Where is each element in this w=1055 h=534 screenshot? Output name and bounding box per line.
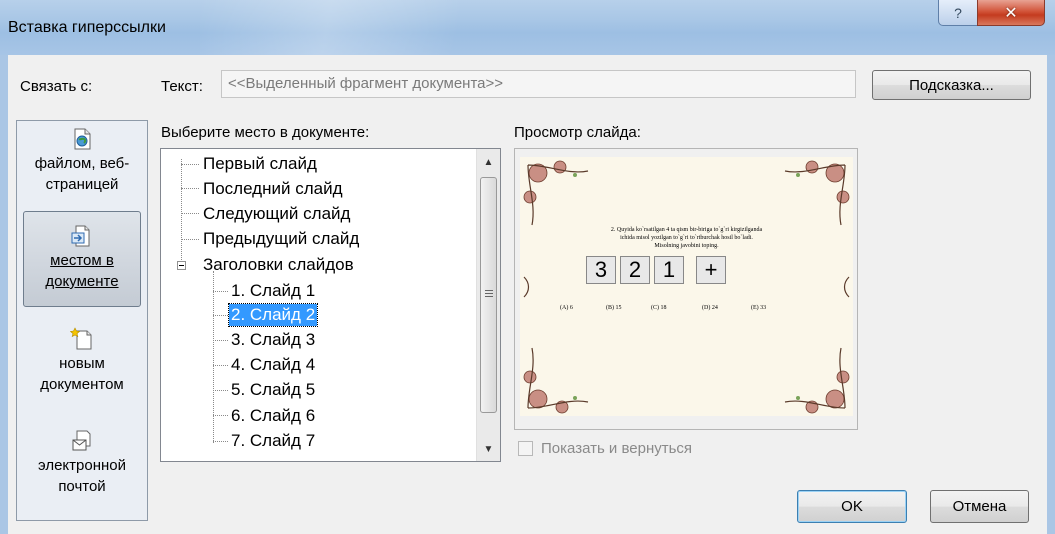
- title-bar[interactable]: Вставка гиперссылки ? ✕: [0, 0, 1055, 55]
- slide-thumbnail: 2. Quyida ko`rsatilgan 4 ta qism bir-bir…: [520, 157, 853, 416]
- hint-button[interactable]: Подсказка...: [872, 70, 1031, 100]
- puzzle-piece: 1: [654, 256, 684, 284]
- answer-option: (E) 33: [751, 305, 767, 311]
- place-in-document-icon: [71, 225, 90, 247]
- email-icon: [72, 430, 91, 451]
- tree-item[interactable]: Следующий слайд: [201, 203, 352, 225]
- preview-label: Просмотр слайда:: [514, 124, 641, 141]
- slide-preview: 2. Quyida ko`rsatilgan 4 ta qism bir-bir…: [514, 148, 858, 430]
- scroll-down-icon[interactable]: ▼: [477, 438, 500, 460]
- place-tree[interactable]: Первый слайд Последний слайд Следующий с…: [160, 148, 501, 462]
- tree-scrollbar[interactable]: ▲ ▼: [476, 149, 500, 461]
- close-icon: ✕: [1004, 4, 1018, 22]
- cancel-button[interactable]: Отмена: [930, 490, 1029, 523]
- link-to-web-page[interactable]: файлом, веб-страницей: [23, 127, 141, 201]
- tree-item-selected[interactable]: 2. Слайд 2: [227, 303, 319, 327]
- link-to-label: Связать с:: [20, 78, 93, 95]
- text-field-label: Текст:: [161, 78, 203, 95]
- web-page-icon: [74, 128, 91, 150]
- answer-option: (B) 15: [606, 305, 622, 311]
- slide-question-line1: 2. Quyida ko`rsatilgan 4 ta qism bir-bir…: [610, 227, 763, 233]
- ok-button[interactable]: OK: [797, 490, 907, 523]
- display-text-field[interactable]: <<Выделенный фрагмент документа>>: [221, 70, 856, 98]
- puzzle-piece: 3: [586, 256, 616, 284]
- help-button[interactable]: ?: [938, 0, 978, 26]
- tree-item[interactable]: 1. Слайд 1: [229, 280, 317, 302]
- show-and-return-label: Показать и вернуться: [541, 440, 693, 457]
- slide-question-line3: Misolning javobini toping.: [654, 243, 719, 249]
- tree-item[interactable]: Последний слайд: [201, 178, 345, 200]
- tree-item[interactable]: 6. Слайд 6: [229, 405, 317, 427]
- tree-item[interactable]: 5. Слайд 5: [229, 379, 317, 401]
- slide-question-line2: ichida misol yozilgan to`g`ri to`rtburch…: [620, 235, 753, 241]
- tree-item[interactable]: 3. Слайд 3: [229, 329, 317, 351]
- help-icon: ?: [954, 4, 962, 21]
- new-document-icon: [70, 327, 92, 350]
- tree-item[interactable]: 4. Слайд 4: [229, 354, 317, 376]
- tree-item[interactable]: Первый слайд: [201, 153, 319, 175]
- tree-item[interactable]: Предыдущий слайд: [201, 228, 361, 250]
- answer-option: (D) 24: [702, 305, 718, 311]
- puzzle-piece: +: [696, 256, 726, 284]
- link-to-email[interactable]: электронной почтой: [23, 429, 141, 509]
- puzzle-piece: 2: [620, 256, 650, 284]
- dialog-title: Вставка гиперссылки: [8, 19, 166, 36]
- close-button[interactable]: ✕: [977, 0, 1045, 26]
- slide-ornament: [523, 160, 850, 414]
- show-and-return-checkbox[interactable]: [518, 441, 533, 456]
- link-to-sidebar: файлом, веб-страницей местом в документе…: [16, 120, 148, 521]
- insert-hyperlink-dialog: Вставка гиперссылки ? ✕ Связать с: файло…: [0, 0, 1055, 534]
- link-to-place-in-document[interactable]: местом в документе: [23, 211, 141, 307]
- collapse-icon[interactable]: [177, 261, 186, 270]
- scroll-thumb[interactable]: [480, 177, 497, 413]
- answer-option: (A) 6: [560, 305, 573, 311]
- scroll-up-icon[interactable]: ▲: [477, 151, 500, 173]
- tree-item[interactable]: 7. Слайд 7: [229, 430, 317, 452]
- place-label: Выберите место в документе:: [161, 124, 370, 141]
- tree-item-slide-titles[interactable]: Заголовки слайдов: [201, 254, 356, 276]
- answer-option: (C) 18: [651, 305, 667, 311]
- link-to-new-document[interactable]: новым документом: [23, 327, 141, 403]
